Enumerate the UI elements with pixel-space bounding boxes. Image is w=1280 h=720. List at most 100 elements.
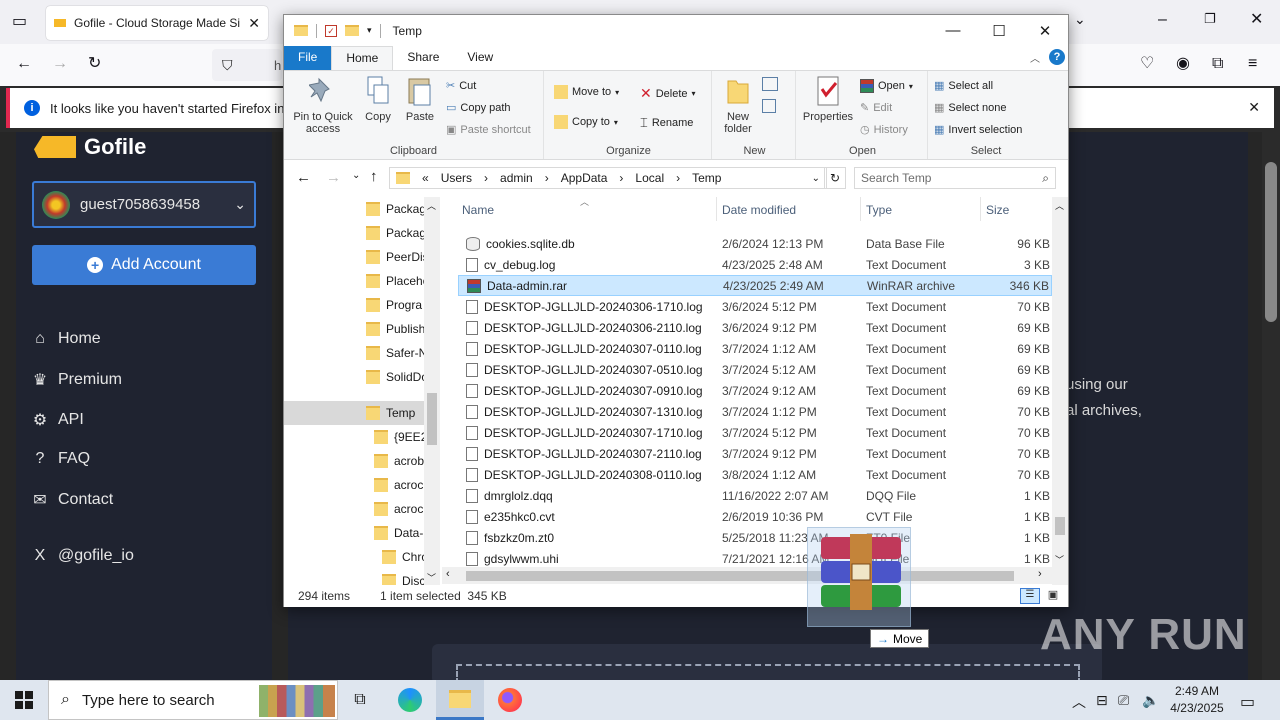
table-row[interactable]: DESKTOP-JGLLJLD-20240308-0110.log 3/8/202…: [458, 464, 1052, 485]
show-hidden-icons[interactable]: ︿: [1072, 692, 1086, 712]
breadcrumb-local[interactable]: Local: [635, 171, 664, 185]
url-bar[interactable]: ⛉ h: [212, 49, 282, 81]
quick-access-dropdown-icon[interactable]: ▾: [367, 25, 372, 36]
table-row[interactable]: dmrglolz.dqq 11/16/2022 2:07 AM DQQ File 1 …: [458, 485, 1052, 506]
close-notice-icon[interactable]: ✕: [1248, 99, 1260, 116]
scroll-down-icon[interactable]: ﹀: [1055, 553, 1064, 566]
forward-arrow-icon[interactable]: →: [326, 169, 341, 186]
paste-shortcut-button[interactable]: ▣ Paste shortcut: [446, 123, 531, 137]
pin-quick-access-button[interactable]: Pin to Quick access: [290, 75, 356, 135]
minimize-button[interactable]: —: [930, 15, 976, 46]
page-scrollbar[interactable]: [1262, 132, 1280, 680]
table-row[interactable]: fsbzkz0m.zt05/25/2018 11:23 AMZT0 File1 …: [458, 527, 1052, 548]
nav-home[interactable]: ⌂ Home: [32, 330, 101, 348]
recent-locations-icon[interactable]: ⌄: [352, 170, 360, 181]
start-button[interactable]: [0, 680, 48, 720]
back-icon[interactable]: ←: [16, 56, 32, 72]
table-row[interactable]: DESKTOP-JGLLJLD-20240307-0510.log 3/7/202…: [458, 359, 1052, 380]
search-input[interactable]: Search Temp ⌕: [854, 167, 1056, 189]
easy-access-icon[interactable]: [762, 99, 776, 113]
upload-drop-zone[interactable]: [432, 644, 1102, 684]
network-icon[interactable]: ⊟: [1096, 692, 1108, 709]
new-folder-quick-icon[interactable]: [345, 25, 359, 36]
close-window-icon[interactable]: ✕: [1250, 12, 1263, 28]
breadcrumb-admin[interactable]: admin: [500, 171, 533, 185]
tree-item[interactable]: Data-: [374, 521, 423, 545]
account-selector[interactable]: guest7058639458 ⌄: [32, 181, 256, 228]
breadcrumb-temp[interactable]: Temp: [692, 171, 721, 185]
gofile-logo[interactable]: Gofile: [34, 132, 146, 162]
table-row[interactable]: gdsylwwm.uhi7/21/2021 12:16 AMUHI File1 …: [458, 548, 1052, 569]
browser-tab[interactable]: Gofile - Cloud Storage Made Simple ✕: [46, 6, 268, 40]
tree-item[interactable]: Packag: [366, 221, 426, 245]
collapse-ribbon-icon[interactable]: ︿: [1030, 50, 1040, 65]
tree-item[interactable]: Progra: [366, 293, 422, 317]
account-icon[interactable]: ◉: [1176, 56, 1190, 72]
breadcrumb-users[interactable]: Users: [441, 171, 472, 185]
reload-icon[interactable]: ↻: [88, 56, 101, 72]
scrollbar-thumb[interactable]: [427, 393, 437, 445]
tree-item-temp[interactable]: Temp: [366, 401, 415, 425]
table-row[interactable]: DESKTOP-JGLLJLD-20240307-1310.log 3/7/202…: [458, 401, 1052, 422]
tree-item[interactable]: Chro: [382, 545, 428, 569]
table-row[interactable]: DESKTOP-JGLLJLD-20240306-1710.log 3/6/202…: [458, 296, 1052, 317]
column-header-name[interactable]: Name: [462, 203, 494, 217]
properties-button[interactable]: Properties: [800, 75, 856, 123]
scrollbar-thumb[interactable]: [1055, 517, 1065, 535]
back-arrow-icon[interactable]: ←: [296, 169, 311, 186]
edit-button[interactable]: ✎ Edit: [860, 101, 892, 115]
taskbar-clock[interactable]: 2:49 AM 4/23/2025: [1162, 683, 1232, 717]
list-horizontal-scrollbar[interactable]: ‹ ›: [442, 567, 1052, 584]
rename-button[interactable]: ⌶ Rename: [640, 115, 693, 131]
minimize-icon[interactable]: –: [1158, 12, 1167, 28]
task-view-button[interactable]: ⧉: [336, 680, 384, 720]
refresh-button[interactable]: ↻: [824, 167, 846, 189]
firefox-taskbar-button[interactable]: [486, 680, 534, 720]
tree-item[interactable]: PeerDis: [366, 245, 429, 269]
table-row[interactable]: e235hkc0.cvt 2/6/2019 10:36 PM CVT File 1 K…: [458, 506, 1052, 527]
tree-item[interactable]: Placeho: [366, 269, 429, 293]
scroll-up-icon[interactable]: ︿: [1055, 199, 1064, 212]
tree-item[interactable]: Packag: [366, 197, 426, 221]
scroll-left-icon[interactable]: ‹: [446, 568, 450, 580]
delete-button[interactable]: ✕ Delete ▾: [640, 85, 696, 102]
table-row[interactable]: cv_debug.log 4/23/2025 2:48 AM Text Docume…: [458, 254, 1052, 275]
file-explorer-taskbar-button[interactable]: [436, 680, 484, 720]
nav-contact[interactable]: ✉ Contact: [32, 490, 113, 510]
move-to-button[interactable]: Move to ▾: [554, 85, 619, 99]
restore-icon[interactable]: ❐: [1204, 12, 1216, 25]
nav-api[interactable]: ⚙ API: [32, 410, 84, 430]
table-row[interactable]: DESKTOP-JGLLJLD-20240306-2110.log 3/6/202…: [458, 317, 1052, 338]
maximize-button[interactable]: ☐: [976, 15, 1022, 46]
tab-overview-icon[interactable]: ▭: [12, 14, 27, 30]
scroll-right-icon[interactable]: ›: [1038, 568, 1042, 580]
tree-item[interactable]: acroc: [374, 497, 423, 521]
tree-scrollbar[interactable]: ︿ ﹀: [424, 197, 440, 585]
tab-list-icon[interactable]: ⌄: [1074, 12, 1086, 26]
scroll-down-icon[interactable]: ﹀: [427, 571, 436, 584]
nav-social-x[interactable]: X @gofile_io: [32, 547, 134, 565]
copy-button[interactable]: Copy: [360, 75, 396, 123]
table-row[interactable]: cookies.sqlite.db 2/6/2024 12:13 PM Data B…: [458, 233, 1052, 254]
pocket-icon[interactable]: ♡: [1140, 56, 1154, 72]
forward-icon[interactable]: →: [52, 56, 68, 72]
address-bar[interactable]: « Users › admin › AppData › Local › Temp ⌄: [389, 167, 827, 189]
tab-home[interactable]: Home: [331, 46, 394, 70]
scroll-up-icon[interactable]: ︿: [427, 199, 436, 212]
column-header-size[interactable]: Size: [986, 203, 1009, 217]
tree-item[interactable]: acroc: [374, 473, 423, 497]
tab-view[interactable]: View: [453, 46, 507, 70]
breadcrumb-overflow[interactable]: «: [422, 171, 429, 185]
table-row[interactable]: DESKTOP-JGLLJLD-20240307-0910.log 3/7/202…: [458, 380, 1052, 401]
tab-file[interactable]: File: [284, 46, 332, 70]
tree-item[interactable]: Disc: [382, 569, 425, 585]
table-row[interactable]: DESKTOP-JGLLJLD-20240307-1710.log 3/7/202…: [458, 422, 1052, 443]
notifications-icon[interactable]: ▭: [1240, 692, 1255, 712]
open-button[interactable]: Open ▾: [860, 79, 913, 93]
close-tab-icon[interactable]: ✕: [248, 15, 260, 32]
taskbar-search[interactable]: ⌕ Type here to search: [48, 680, 338, 720]
add-account-button[interactable]: + Add Account: [32, 245, 256, 285]
table-row[interactable]: Data-admin.rar 4/23/2025 2:49 AM WinRAR ar…: [458, 275, 1052, 296]
history-button[interactable]: ◷ History: [860, 123, 908, 137]
column-header-date[interactable]: Date modified: [722, 203, 796, 217]
